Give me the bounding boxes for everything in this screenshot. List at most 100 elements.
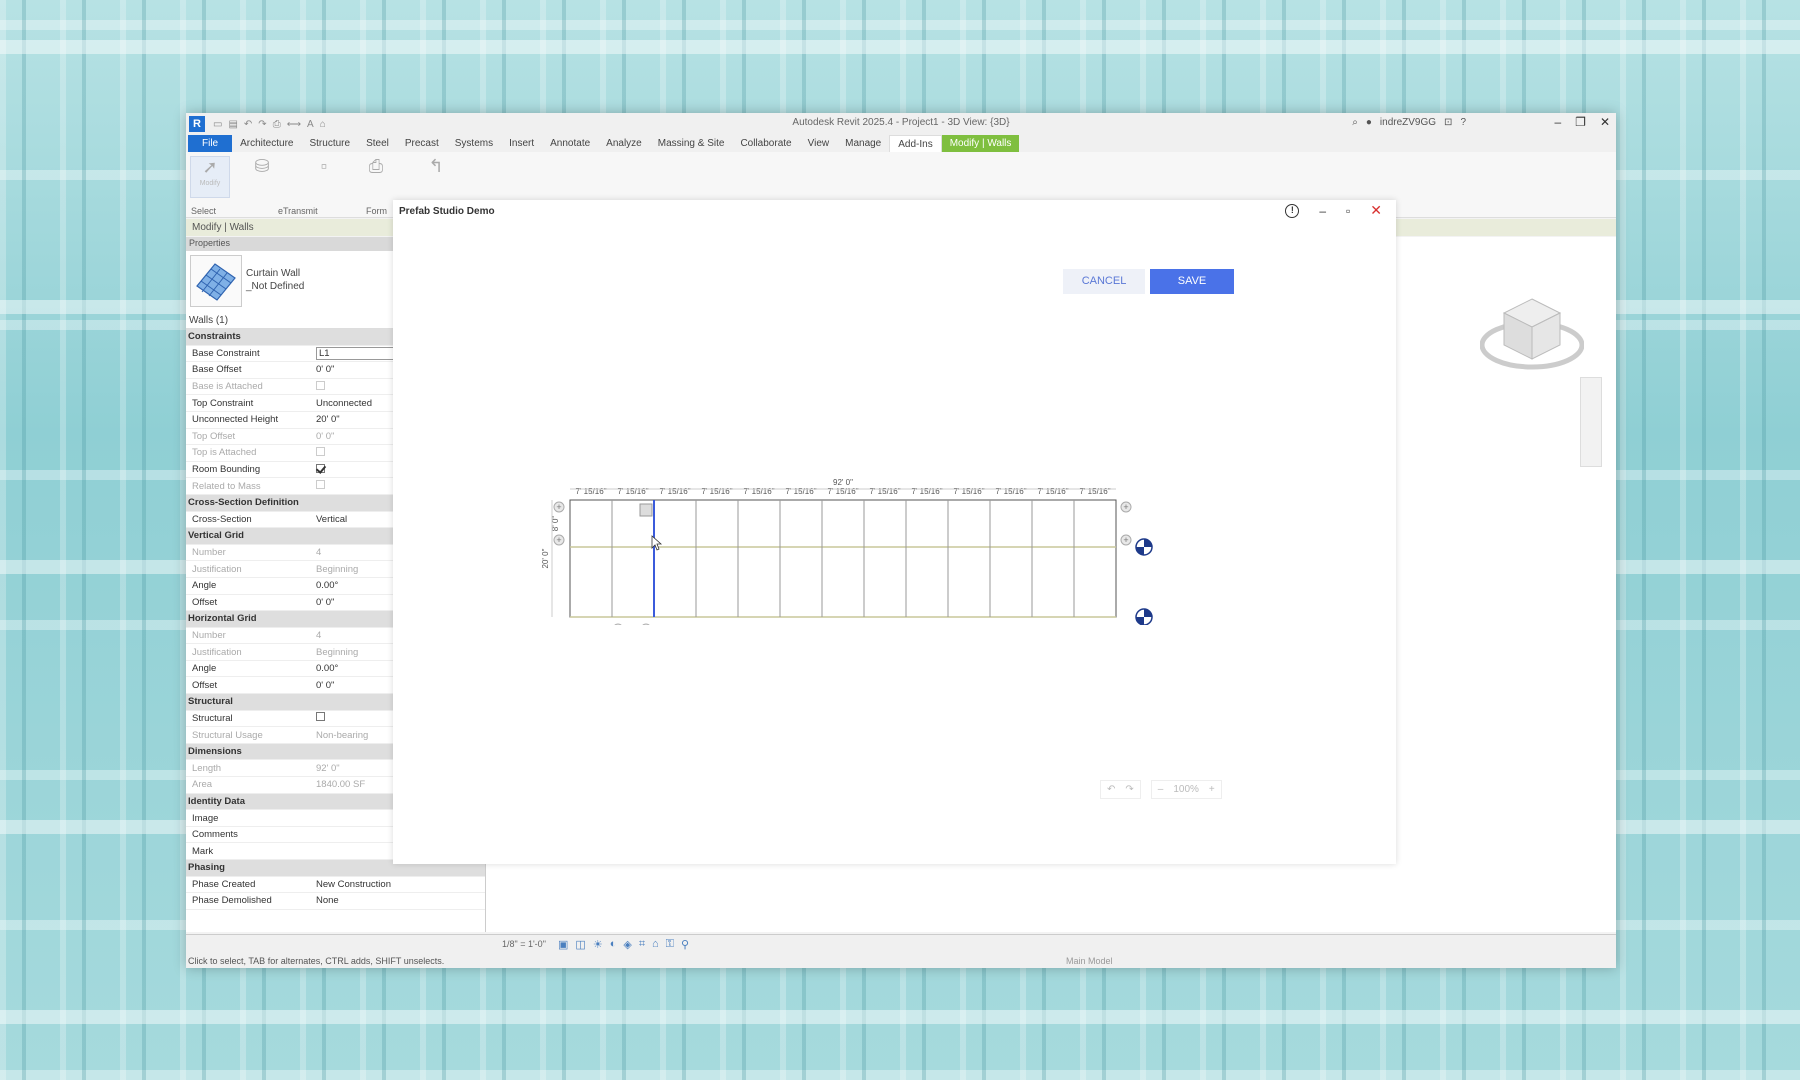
ribbon-tabs: File Architecture Structure Steel Precast Sys… bbox=[186, 135, 1616, 152]
minimize-icon[interactable]: – bbox=[1554, 115, 1561, 129]
panel-width-label: 7' 15/16" bbox=[911, 487, 942, 496]
zoom-toolbar: ↶ ↷ – 100% + bbox=[1100, 780, 1222, 799]
transmit-icon: ⛁ bbox=[254, 156, 270, 176]
info-icon[interactable]: ! bbox=[1285, 203, 1300, 218]
level-marker-fill bbox=[1136, 547, 1144, 555]
undo-icon[interactable]: ↶ bbox=[1107, 784, 1115, 795]
panel-form: Form bbox=[366, 206, 387, 216]
curtain-wall-editor[interactable]: 7' 15/16" 7' 15/16" 7' 15/16" 7' 15/16" 7' 1… bbox=[528, 445, 1168, 625]
level-marker-fill bbox=[1144, 539, 1152, 547]
panel-width-label: 7' 15/16" bbox=[617, 487, 648, 496]
panel-width-label: 7' 15/16" bbox=[869, 487, 900, 496]
maximize-icon[interactable]: ▫ bbox=[1346, 204, 1350, 218]
zoom-out-icon[interactable]: – bbox=[1158, 784, 1164, 795]
redo-icon[interactable]: ↷ bbox=[258, 119, 266, 130]
navigation-bar[interactable] bbox=[1580, 377, 1602, 467]
user-icon[interactable]: ● bbox=[1366, 117, 1372, 128]
tab-structure[interactable]: Structure bbox=[301, 135, 358, 152]
tool-icon: ▫ bbox=[320, 156, 328, 176]
viewcube[interactable] bbox=[1480, 287, 1584, 377]
visual-style-icon[interactable]: ◫ bbox=[575, 938, 585, 951]
ribbon-arrow-button[interactable]: ↰ bbox=[416, 156, 456, 198]
active-model[interactable]: Main Model bbox=[1066, 956, 1113, 966]
text-icon[interactable]: A bbox=[307, 119, 314, 130]
ribbon-tool-button[interactable]: ▫ bbox=[304, 156, 344, 198]
panel-width-label: 7' 15/16" bbox=[1079, 487, 1110, 496]
dialog-title: Prefab Studio Demo bbox=[399, 205, 495, 217]
print-icon[interactable]: ⎙ bbox=[273, 119, 281, 130]
tab-systems[interactable]: Systems bbox=[447, 135, 501, 152]
undo-icon[interactable]: ↶ bbox=[244, 119, 252, 130]
property-value[interactable]: New Construction bbox=[316, 879, 485, 890]
property-label: Related to Mass bbox=[192, 480, 261, 492]
gridline-tag-icon bbox=[639, 503, 653, 517]
property-value[interactable]: None bbox=[316, 895, 485, 906]
close-icon[interactable]: ✕ bbox=[1600, 115, 1610, 129]
binoculars-icon[interactable]: ⌕ bbox=[1352, 117, 1358, 128]
zoom-level: 100% bbox=[1173, 784, 1199, 795]
property-label: Top Constraint bbox=[192, 397, 254, 409]
level-marker-fill bbox=[1136, 617, 1144, 625]
property-checkbox[interactable] bbox=[316, 712, 325, 722]
show-crop-icon[interactable]: ⌂ bbox=[652, 938, 659, 951]
tab-file[interactable]: File bbox=[188, 135, 233, 152]
open-icon[interactable]: ▭ bbox=[213, 119, 222, 130]
dialog-controls: ! – ▫ ✕ bbox=[1285, 202, 1382, 219]
tab-analyze[interactable]: Analyze bbox=[598, 135, 650, 152]
measure-icon[interactable]: ⟷ bbox=[287, 119, 301, 130]
tab-manage[interactable]: Manage bbox=[837, 135, 889, 152]
save-icon[interactable]: ▤ bbox=[228, 119, 237, 130]
sun-path-icon[interactable]: ☀ bbox=[593, 938, 603, 951]
tab-massing-site[interactable]: Massing & Site bbox=[650, 135, 733, 152]
cart-icon[interactable]: ⊡ bbox=[1444, 117, 1452, 128]
form-button[interactable]: ⎙ bbox=[356, 156, 396, 198]
redo-icon[interactable]: ↷ bbox=[1125, 784, 1133, 795]
title-bar: R ▭ ▤ ↶ ↷ ⎙ ⟷ A ⌂ Autodesk Revit 2025.4 … bbox=[186, 113, 1616, 135]
3d-view-icon[interactable]: ⌂ bbox=[320, 119, 326, 130]
property-label: Phase Demolished bbox=[192, 895, 272, 907]
panel-width-label: 7' 15/16" bbox=[827, 487, 858, 496]
tab-view[interactable]: View bbox=[800, 135, 838, 152]
zoom-in-icon[interactable]: + bbox=[1209, 784, 1215, 795]
form-icon: ⎙ bbox=[368, 156, 384, 176]
detail-level-icon[interactable]: ▣ bbox=[558, 938, 568, 951]
property-label: Structural bbox=[192, 712, 233, 724]
tab-collaborate[interactable]: Collaborate bbox=[732, 135, 799, 152]
render-icon[interactable]: ◈ bbox=[623, 938, 631, 951]
property-checkbox[interactable] bbox=[316, 463, 325, 473]
cancel-button[interactable]: CANCEL bbox=[1063, 269, 1145, 294]
modify-button[interactable]: ➚ Modify bbox=[190, 156, 230, 198]
property-label: Offset bbox=[192, 679, 218, 691]
view-control-bar: ▣ ◫ ☀ ◐ ◈ ⌗ ⌂ ⚿ ⚲ bbox=[558, 938, 689, 951]
transmit-button[interactable]: ⛁ bbox=[242, 156, 282, 198]
wall-height-label: 20' 0" bbox=[541, 548, 550, 568]
tab-modify-walls[interactable]: Modify | Walls bbox=[941, 135, 1020, 152]
property-label: Phase Created bbox=[192, 878, 256, 890]
hide-icon[interactable]: ⚲ bbox=[681, 938, 689, 951]
tab-add-ins[interactable]: Add-Ins bbox=[889, 135, 942, 152]
property-label: Length bbox=[192, 762, 222, 774]
property-label: Angle bbox=[192, 663, 217, 675]
crop-icon[interactable]: ⌗ bbox=[639, 938, 645, 951]
property-label: Justification bbox=[192, 563, 242, 575]
tab-steel[interactable]: Steel bbox=[358, 135, 397, 152]
window-controls: – ❐ ✕ bbox=[1554, 115, 1610, 129]
tab-insert[interactable]: Insert bbox=[501, 135, 542, 152]
restore-icon[interactable]: ❐ bbox=[1575, 115, 1586, 129]
property-label: Number bbox=[192, 547, 226, 559]
user-name[interactable]: indreZV9GG bbox=[1380, 117, 1436, 128]
panel-select[interactable]: Select bbox=[191, 206, 216, 216]
minimize-icon[interactable]: – bbox=[1319, 204, 1326, 218]
revit-logo[interactable]: R bbox=[189, 116, 205, 132]
tab-architecture[interactable]: Architecture bbox=[232, 135, 301, 152]
tab-precast[interactable]: Precast bbox=[397, 135, 447, 152]
view-scale[interactable]: 1/8" = 1'-0" bbox=[502, 939, 546, 949]
tab-annotate[interactable]: Annotate bbox=[542, 135, 598, 152]
shadows-icon[interactable]: ◐ bbox=[610, 938, 617, 951]
lock-icon[interactable]: ⚿ bbox=[666, 938, 674, 951]
help-icon[interactable]: ? bbox=[1460, 117, 1466, 128]
prefab-studio-dialog: Prefab Studio Demo ! – ▫ ✕ CANCEL SAVE 7… bbox=[393, 200, 1396, 864]
close-icon[interactable]: ✕ bbox=[1370, 202, 1382, 219]
property-label: Offset bbox=[192, 596, 218, 608]
save-button[interactable]: SAVE bbox=[1150, 269, 1234, 294]
